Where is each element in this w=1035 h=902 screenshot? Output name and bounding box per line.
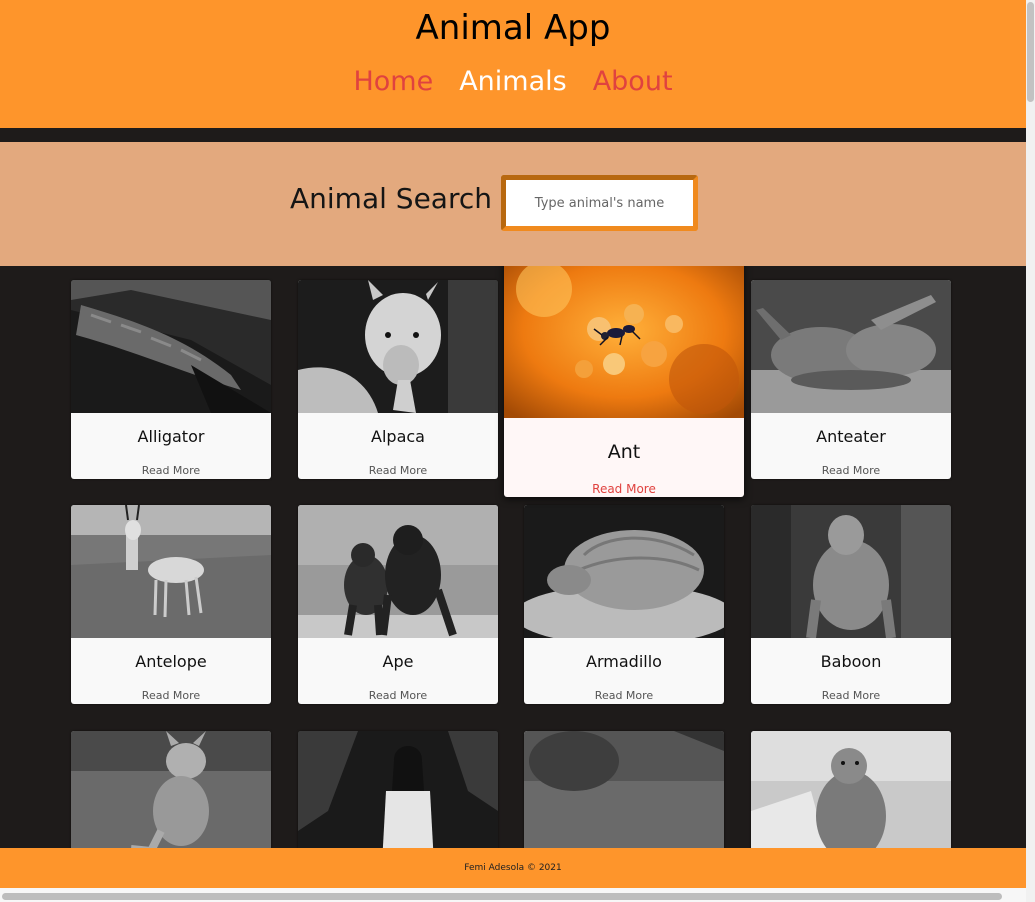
read-more-link[interactable]: Read More — [524, 689, 724, 702]
nav-link-home[interactable]: Home — [353, 66, 433, 97]
horizontal-scrollbar[interactable] — [0, 888, 1026, 902]
antelope-photo — [71, 505, 271, 638]
animal-card-grass[interactable] — [524, 731, 724, 848]
animal-name: Antelope — [135, 652, 207, 671]
search-label: Animal Search — [290, 182, 492, 215]
baboon-photo — [751, 505, 951, 638]
alpaca-photo — [298, 280, 498, 413]
animal-name: Alpaca — [371, 427, 425, 446]
animal-name: Ant — [607, 441, 641, 463]
main-nav: Home Animals About — [0, 66, 1026, 97]
woman-photo — [298, 731, 498, 848]
animal-card-anteater[interactable]: Anteater Read More — [751, 280, 951, 479]
animal-grid: Alligator Read More Alpaca Read More Ant… — [0, 266, 1026, 848]
footer-copyright: Femi Adesola © 2021 — [464, 863, 562, 873]
animal-card-armadillo[interactable]: Armadillo Read More — [524, 505, 724, 704]
animal-card-person[interactable] — [298, 731, 498, 848]
ape-photo — [298, 505, 498, 638]
armadillo-photo — [524, 505, 724, 638]
animal-card-baboon[interactable]: Baboon Read More — [751, 505, 951, 704]
animal-name: Alligator — [137, 427, 205, 446]
animal-card-alpaca[interactable]: Alpaca Read More — [298, 280, 498, 479]
vertical-scrollbar-thumb[interactable] — [1027, 2, 1034, 102]
animal-name: Ape — [382, 652, 414, 671]
read-more-link[interactable]: Read More — [751, 464, 951, 477]
read-more-link[interactable]: Read More — [298, 464, 498, 477]
top-header: Animal App Home Animals About — [0, 0, 1026, 128]
horizontal-scrollbar-thumb[interactable] — [2, 893, 1002, 900]
page: Animal App Home Animals About Animal Sea… — [0, 0, 1026, 902]
animal-name: Anteater — [816, 427, 886, 446]
search-section: Animal Search — [0, 142, 1026, 266]
animal-card-ape[interactable]: Ape Read More — [298, 505, 498, 704]
read-more-link[interactable]: Read More — [504, 482, 744, 496]
app-title: Animal App — [415, 8, 611, 48]
animal-card-ant[interactable]: Ant Read More — [504, 266, 744, 497]
alligator-photo — [71, 280, 271, 413]
animal-card-alligator[interactable]: Alligator Read More — [71, 280, 271, 479]
marmot-photo — [751, 731, 951, 848]
fox-photo — [71, 731, 271, 848]
animal-name: Baboon — [820, 652, 882, 671]
read-more-link[interactable]: Read More — [298, 689, 498, 702]
read-more-link[interactable]: Read More — [751, 689, 951, 702]
animal-card-marmot[interactable] — [751, 731, 951, 848]
ant-photo — [504, 266, 744, 418]
nav-link-animals[interactable]: Animals — [459, 66, 567, 97]
anteater-photo — [751, 280, 951, 413]
nav-link-about[interactable]: About — [593, 66, 673, 97]
animal-card-antelope[interactable]: Antelope Read More — [71, 505, 271, 704]
animal-on-grass-photo — [524, 731, 724, 848]
animal-card-fox[interactable] — [71, 731, 271, 848]
read-more-link[interactable]: Read More — [71, 689, 271, 702]
animal-name: Armadillo — [586, 652, 662, 671]
search-input[interactable] — [501, 175, 698, 231]
vertical-scrollbar[interactable] — [1026, 0, 1035, 902]
footer: Femi Adesola © 2021 — [0, 848, 1026, 888]
header-divider — [0, 128, 1026, 142]
read-more-link[interactable]: Read More — [71, 464, 271, 477]
